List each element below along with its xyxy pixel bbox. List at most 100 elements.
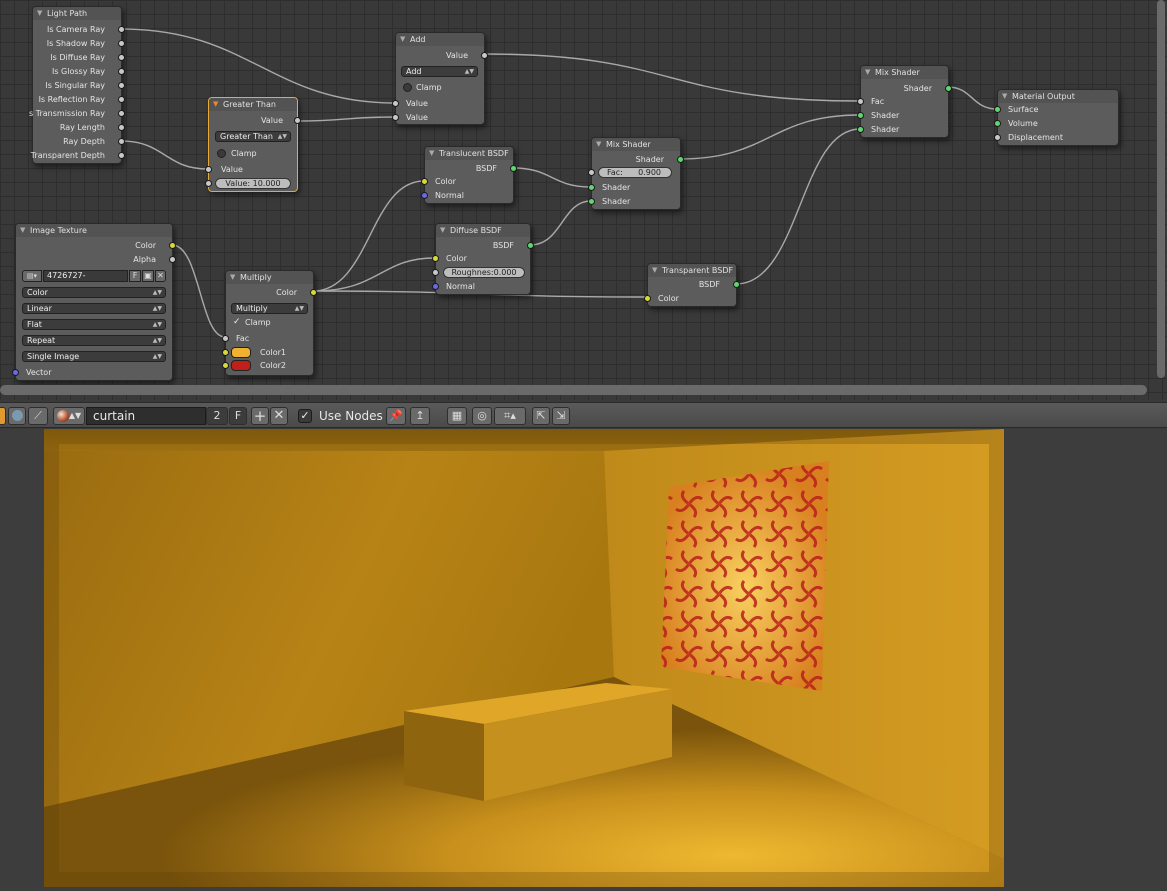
node-header[interactable]: ▼ Greater Than bbox=[209, 98, 297, 111]
collapse-triangle-icon[interactable]: ▼ bbox=[400, 33, 405, 46]
input-socket[interactable] bbox=[994, 106, 1001, 113]
node-header[interactable]: ▼ Image Texture bbox=[16, 224, 172, 237]
extension-dropdown[interactable]: Repeat ▲▼ bbox=[22, 335, 166, 346]
node-diffuse-bsdf[interactable]: ▼ Diffuse BSDF BSDF Color Roughnes:0.000 … bbox=[432, 223, 534, 295]
node-greater-than[interactable]: ▼ Greater Than Value Greater Than ▲▼ Clamp… bbox=[205, 97, 301, 192]
material-name-field[interactable]: curtain bbox=[86, 407, 206, 425]
input-socket[interactable] bbox=[994, 120, 1001, 127]
output-socket[interactable] bbox=[118, 138, 125, 145]
input-socket[interactable] bbox=[392, 100, 399, 107]
input-socket[interactable] bbox=[857, 98, 864, 105]
output-socket[interactable] bbox=[118, 26, 125, 33]
input-socket[interactable] bbox=[432, 269, 439, 276]
node-header[interactable]: ▼ Transparent BSDF bbox=[648, 264, 736, 277]
input-socket[interactable] bbox=[432, 255, 439, 262]
node-image-texture[interactable]: ▼ Image Texture Color Alpha ▤▾ 4726727-ab… bbox=[12, 223, 176, 381]
input-socket[interactable] bbox=[994, 134, 1001, 141]
material-browse-icon[interactable]: ▲▼ bbox=[53, 407, 85, 425]
collapse-triangle-icon[interactable]: ▼ bbox=[440, 224, 445, 237]
fake-user-button[interactable]: F bbox=[129, 270, 141, 282]
fake-user-button[interactable]: F bbox=[229, 407, 247, 425]
unlink-icon[interactable]: ✕ bbox=[155, 270, 166, 282]
color-space-dropdown[interactable]: Color ▲▼ bbox=[22, 287, 166, 298]
collapse-triangle-icon[interactable]: ▼ bbox=[20, 224, 25, 237]
output-socket[interactable] bbox=[118, 96, 125, 103]
input-socket[interactable] bbox=[12, 369, 19, 376]
copy-nodes-icon[interactable]: ⇱ bbox=[532, 407, 550, 425]
projection-dropdown[interactable]: Flat ▲▼ bbox=[22, 319, 166, 330]
fac-field[interactable]: Fac: 0.900 bbox=[598, 167, 672, 178]
source-dropdown[interactable]: Single Image ▲▼ bbox=[22, 351, 166, 362]
output-socket[interactable] bbox=[169, 256, 176, 263]
value-field[interactable]: Value: 10.000 bbox=[215, 178, 291, 189]
input-socket[interactable] bbox=[644, 295, 651, 302]
collapse-triangle-icon[interactable]: ▼ bbox=[429, 147, 434, 160]
user-count-button[interactable]: 2 bbox=[206, 407, 228, 425]
operation-dropdown[interactable]: Add ▲▼ bbox=[401, 66, 478, 77]
output-socket[interactable] bbox=[945, 85, 952, 92]
output-socket[interactable] bbox=[294, 117, 301, 124]
output-socket[interactable] bbox=[118, 124, 125, 131]
color1-swatch[interactable] bbox=[231, 347, 251, 358]
input-socket[interactable] bbox=[588, 184, 595, 191]
node-material-output[interactable]: ▼ Material Output Surface Volume Displace… bbox=[994, 89, 1119, 146]
snap-element-icon[interactable]: ⌗▴ bbox=[494, 407, 526, 425]
input-socket[interactable] bbox=[857, 126, 864, 133]
node-light-path[interactable]: ▼ Light Path Is Camera Ray Is Shadow Ray … bbox=[29, 6, 125, 164]
output-socket[interactable] bbox=[118, 152, 125, 159]
blend-dropdown[interactable]: Multiply ▲▼ bbox=[231, 303, 308, 314]
node-translucent-bsdf[interactable]: ▼ Translucent BSDF BSDF Color Normal bbox=[421, 146, 517, 204]
output-socket[interactable] bbox=[481, 52, 488, 59]
output-socket[interactable] bbox=[510, 165, 517, 172]
new-material-icon[interactable]: + bbox=[251, 407, 269, 425]
paste-nodes-icon[interactable]: ⇲ bbox=[552, 407, 570, 425]
node-add[interactable]: ▼ Add Value Add ▲▼ Clamp Value Value bbox=[392, 32, 488, 125]
node-header[interactable]: ▼ Add bbox=[396, 33, 484, 46]
output-socket[interactable] bbox=[677, 156, 684, 163]
render-viewport[interactable] bbox=[0, 429, 1167, 891]
node-editor[interactable]: ▼ Light Path Is Camera Ray Is Shadow Ray … bbox=[0, 0, 1167, 400]
node-mix-shader-inner[interactable]: ▼ Mix Shader Shader Fac: 0.900 Shader Sha… bbox=[588, 137, 684, 210]
output-socket[interactable] bbox=[118, 68, 125, 75]
input-socket[interactable] bbox=[588, 198, 595, 205]
input-socket[interactable] bbox=[392, 114, 399, 121]
pin-icon[interactable]: 📌 bbox=[386, 407, 406, 425]
collapse-triangle-icon[interactable]: ▼ bbox=[230, 271, 235, 284]
backdrop-icon[interactable]: ▦ bbox=[447, 407, 467, 425]
node-transparent-bsdf[interactable]: ▼ Transparent BSDF BSDF Color bbox=[644, 263, 740, 307]
input-socket[interactable] bbox=[588, 169, 595, 176]
node-header[interactable]: ▼ Light Path bbox=[33, 7, 121, 20]
node-header[interactable]: ▼ Mix Shader bbox=[592, 138, 680, 151]
node-mix-shader-main[interactable]: ▼ Mix Shader Shader Fac Shader Shader bbox=[857, 65, 952, 138]
collapse-triangle-icon[interactable]: ▼ bbox=[865, 66, 870, 79]
color2-swatch[interactable] bbox=[231, 360, 251, 371]
interpolation-dropdown[interactable]: Linear ▲▼ bbox=[22, 303, 166, 314]
input-socket[interactable] bbox=[421, 178, 428, 185]
input-socket[interactable] bbox=[222, 349, 229, 356]
node-header[interactable]: ▼ Translucent BSDF bbox=[425, 147, 513, 160]
output-socket[interactable] bbox=[733, 281, 740, 288]
clamp-checkbox[interactable] bbox=[217, 149, 226, 158]
input-socket[interactable] bbox=[421, 192, 428, 199]
input-socket[interactable] bbox=[205, 180, 212, 187]
output-socket[interactable] bbox=[118, 82, 125, 89]
output-socket[interactable] bbox=[169, 242, 176, 249]
node-header[interactable]: ▼ Mix Shader bbox=[861, 66, 948, 79]
horizontal-scrollbar[interactable] bbox=[0, 385, 1147, 395]
input-socket[interactable] bbox=[857, 112, 864, 119]
image-selector[interactable]: ▤▾ 4726727-abstract-... F ▣ ✕ bbox=[22, 270, 166, 282]
shader-type-object-icon[interactable] bbox=[0, 407, 6, 425]
collapse-triangle-icon[interactable]: ▼ bbox=[213, 98, 218, 111]
image-name-field[interactable]: 4726727-abstract-... bbox=[43, 270, 128, 282]
output-socket[interactable] bbox=[118, 110, 125, 117]
vertical-scrollbar[interactable] bbox=[1157, 0, 1165, 378]
shader-type-world-icon[interactable] bbox=[8, 407, 26, 425]
roughness-field[interactable]: Roughnes:0.000 bbox=[443, 267, 525, 278]
node-multiply[interactable]: ▼ Multiply Color Multiply ▲▼ ✓ Clamp Fac C… bbox=[222, 270, 317, 376]
parent-node-tree-icon[interactable]: ↥ bbox=[410, 407, 430, 425]
output-socket[interactable] bbox=[118, 40, 125, 47]
collapse-triangle-icon[interactable]: ▼ bbox=[37, 7, 42, 20]
operation-dropdown[interactable]: Greater Than ▲▼ bbox=[215, 131, 291, 142]
input-socket[interactable] bbox=[222, 362, 229, 369]
output-socket[interactable] bbox=[527, 242, 534, 249]
